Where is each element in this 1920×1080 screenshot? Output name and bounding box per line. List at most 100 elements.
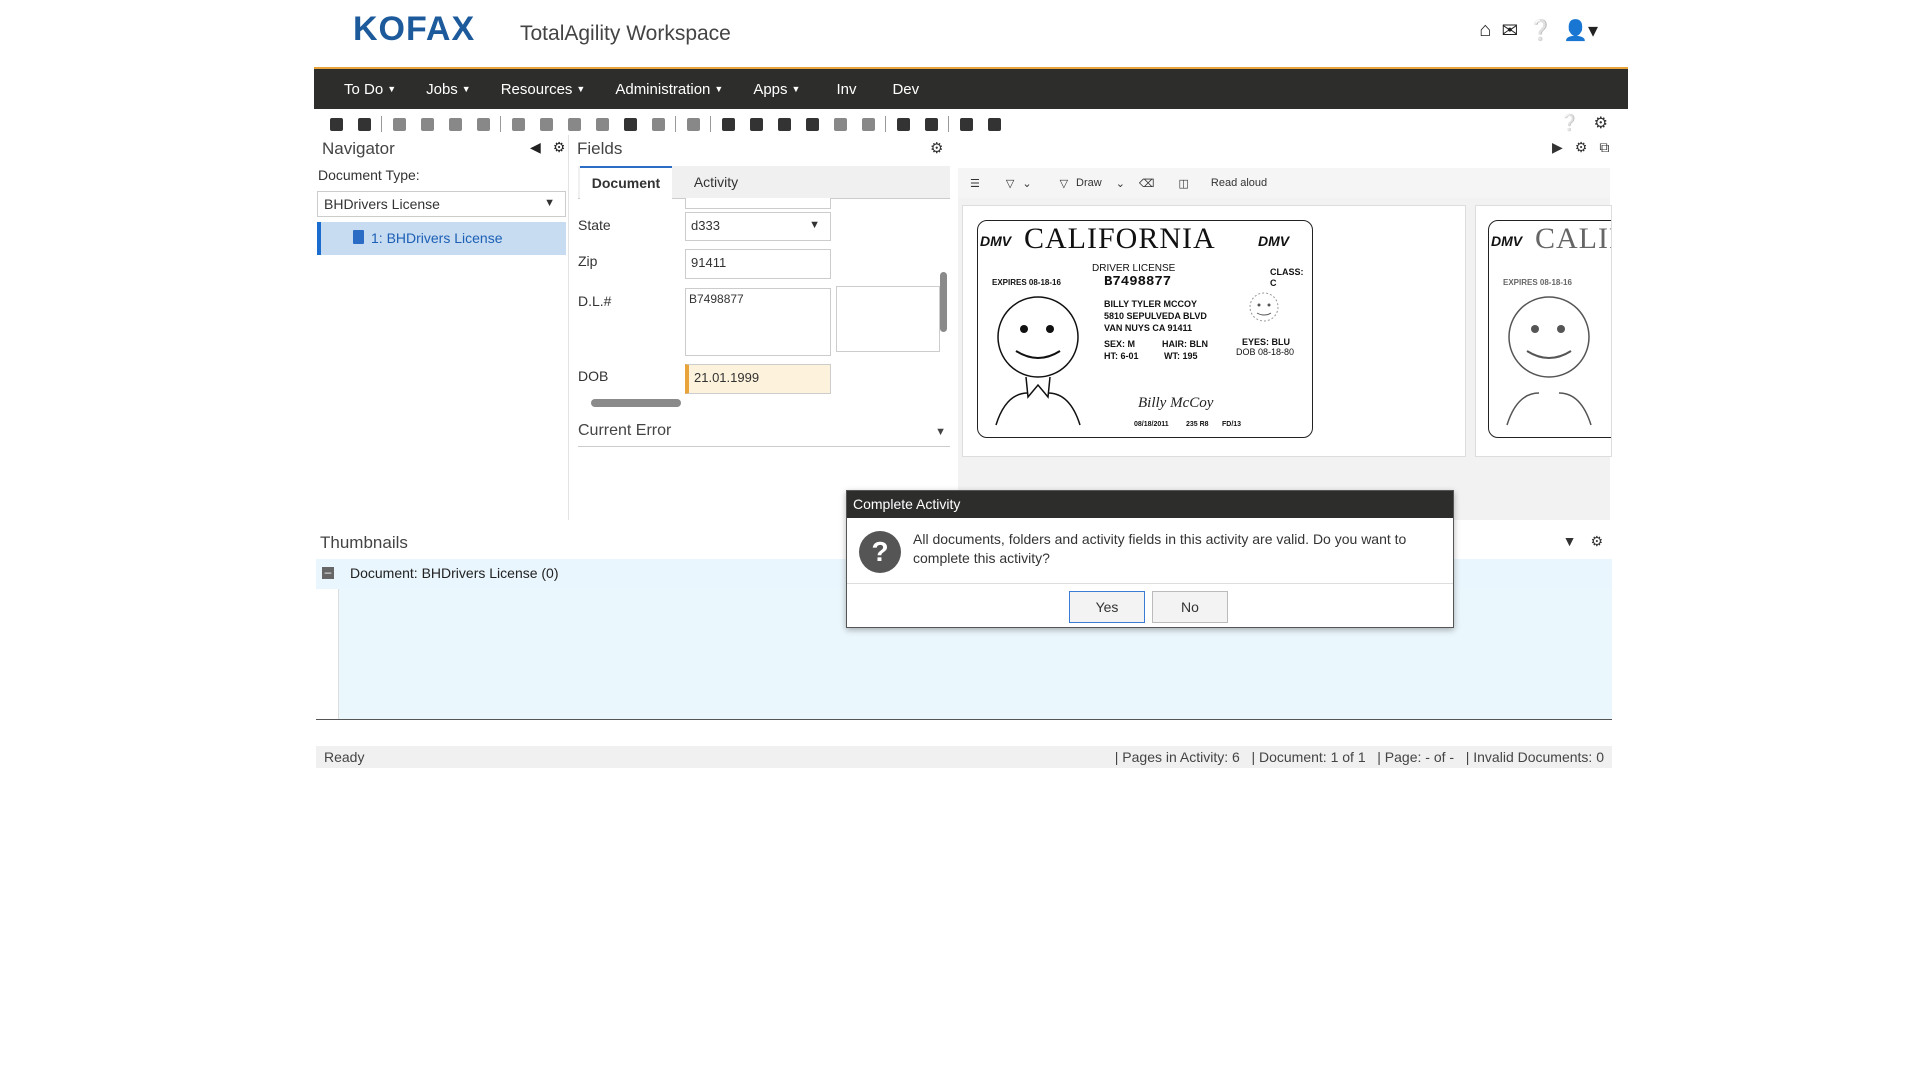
status-document: | Document: 1 of 1 <box>1251 749 1366 765</box>
navigator-gear-icon[interactable]: ⚙ <box>553 139 566 156</box>
field-partial <box>685 198 831 209</box>
lightning-icon[interactable] <box>983 115 1005 133</box>
question-icon: ? <box>859 531 901 573</box>
dl-field[interactable]: B7498877 <box>685 288 831 356</box>
menu-jobs[interactable]: Jobs ▼ <box>426 81 471 98</box>
toolbar-right-icons: ❔ ⚙ <box>1560 113 1608 133</box>
yes-button[interactable]: Yes <box>1069 591 1145 623</box>
list-icon[interactable]: ☰ <box>970 177 980 190</box>
status-ready: Ready <box>324 749 365 765</box>
viewer-header-icons: ▶ ⚙ ⧉ <box>1552 139 1609 156</box>
settings-gear-icon[interactable]: ⚙ <box>1594 113 1608 133</box>
dob-label: DOB <box>578 368 609 384</box>
current-error-header[interactable]: Current Error ▼ <box>578 422 950 447</box>
chevron-down-icon[interactable]: ⌄ <box>1116 177 1125 190</box>
document-copy-icon[interactable] <box>591 115 613 133</box>
folder-split-icon[interactable] <box>444 115 466 133</box>
cancel-activity-icon[interactable] <box>325 115 347 133</box>
fields-title: Fields <box>577 139 623 158</box>
navigator-tree-item[interactable]: 1: BHDrivers License <box>317 222 566 255</box>
license-card: DMV CALIFORNIA DMV DRIVER LICENSE EXPIRE… <box>977 220 1313 438</box>
view-icon[interactable] <box>955 115 977 133</box>
fields-gear-icon[interactable]: ⚙ <box>930 139 943 157</box>
chevron-down-icon: ▼ <box>809 219 820 231</box>
fields-vertical-scrollbar[interactable] <box>940 272 947 332</box>
menu-administration[interactable]: Administration ▼ <box>615 81 723 98</box>
status-bar: Ready | Pages in Activity: 6 | Document:… <box>316 746 1612 768</box>
expand-right-icon[interactable]: ▶ <box>1552 139 1563 156</box>
tab-activity[interactable]: Activity <box>676 166 756 198</box>
splitter[interactable] <box>568 135 569 520</box>
menu-dev[interactable]: Dev <box>892 81 919 98</box>
chevron-down-icon[interactable]: ▼ <box>1563 533 1577 550</box>
document-page-1: DMV CALIFORNIA DMV DRIVER LICENSE EXPIRE… <box>962 205 1466 457</box>
license-card-partial: DMV CALIFORNIA EXPIRES 08-18-16 <box>1488 220 1611 438</box>
complete-activity-icon[interactable] <box>353 115 375 133</box>
draw-icon[interactable]: ▽ <box>1060 177 1068 190</box>
portrait-mini-sketch <box>1249 292 1279 322</box>
viewer-gear-icon[interactable]: ⚙ <box>1575 139 1588 156</box>
header-icons: ⌂ ✉ ❔ 👤▾ <box>1479 18 1598 43</box>
document-page-2: DMV CALIFORNIA EXPIRES 08-18-16 <box>1475 205 1612 457</box>
dl-label: D.L.# <box>578 293 612 309</box>
tab-document[interactable]: Document <box>580 166 672 199</box>
document-delete-icon[interactable] <box>647 115 669 133</box>
mail-icon[interactable]: ✉ <box>1501 18 1518 43</box>
document-merge-icon[interactable] <box>535 115 557 133</box>
fields-horizontal-scrollbar[interactable] <box>579 397 935 407</box>
help-icon[interactable]: ❔ <box>1528 18 1553 43</box>
menu-apps[interactable]: Apps ▼ <box>753 81 800 98</box>
thumbnails-gear-icon[interactable]: ⚙ <box>1590 533 1603 550</box>
collapse-left-icon[interactable]: ◀ <box>530 139 541 156</box>
document-reject-icon[interactable] <box>619 115 641 133</box>
menu-inv[interactable]: Inv <box>836 81 856 98</box>
folder-merge-icon[interactable] <box>416 115 438 133</box>
page-list-icon[interactable] <box>773 115 795 133</box>
status-counts: | Pages in Activity: 6 | Document: 1 of … <box>1115 749 1604 765</box>
draw-button[interactable]: Draw <box>1076 177 1102 189</box>
document-icon[interactable] <box>507 115 529 133</box>
page-move-icon[interactable] <box>801 115 823 133</box>
thumbnails-title: Thumbnails <box>320 533 408 552</box>
redo-icon[interactable] <box>920 115 942 133</box>
read-aloud-button[interactable]: Read aloud <box>1211 177 1267 189</box>
pdf-icon <box>353 230 364 244</box>
highlight-icon[interactable]: ▽ <box>1006 177 1014 190</box>
navigator-title: Navigator <box>322 139 395 158</box>
document-type-select[interactable]: BHDrivers License ▼ <box>317 191 566 217</box>
user-icon[interactable]: 👤▾ <box>1563 18 1598 43</box>
zip-field[interactable]: 91411 <box>685 249 831 279</box>
menu-todo[interactable]: To Do ▼ <box>344 81 396 98</box>
menu-resources[interactable]: Resources ▼ <box>501 81 586 98</box>
home-icon[interactable]: ⌂ <box>1479 19 1491 42</box>
status-invalid: | Invalid Documents: 0 <box>1465 749 1604 765</box>
state-label: State <box>578 217 611 233</box>
help-circle-icon[interactable]: ❔ <box>1560 113 1580 133</box>
page-edit-icon[interactable] <box>745 115 767 133</box>
document-toolbar <box>325 113 1615 135</box>
state-select[interactable]: d333 ▼ <box>685 212 831 241</box>
eraser-icon[interactable]: ⌫ <box>1139 177 1155 190</box>
page-icon[interactable] <box>682 115 704 133</box>
dl-snippet <box>836 286 940 352</box>
status-page: | Page: - of - <box>1377 749 1455 765</box>
app-title: TotalAgility Workspace <box>520 22 731 45</box>
document-type-label: Document Type: <box>318 167 420 183</box>
page-copy-icon[interactable] <box>829 115 851 133</box>
no-button[interactable]: No <box>1152 591 1228 623</box>
chevron-down-icon[interactable]: ⌄ <box>1022 177 1031 190</box>
popout-icon[interactable]: ⧉ <box>1599 139 1609 156</box>
undo-icon[interactable] <box>892 115 914 133</box>
status-pages: | Pages in Activity: 6 <box>1114 749 1240 765</box>
page-delete-icon[interactable] <box>857 115 879 133</box>
document-split-icon[interactable] <box>563 115 585 133</box>
folder-icon[interactable] <box>388 115 410 133</box>
folder-delete-icon[interactable] <box>472 115 494 133</box>
collapse-icon[interactable]: – <box>322 566 334 579</box>
page-rotate-icon[interactable] <box>717 115 739 133</box>
fields-tabs: Document Activity <box>578 166 950 199</box>
zip-label: Zip <box>578 253 598 269</box>
kofax-logo: KOFAX <box>353 10 476 48</box>
immersive-reader-icon[interactable]: ◫ <box>1178 177 1188 190</box>
dob-field[interactable]: 21.01.1999 <box>685 364 831 394</box>
